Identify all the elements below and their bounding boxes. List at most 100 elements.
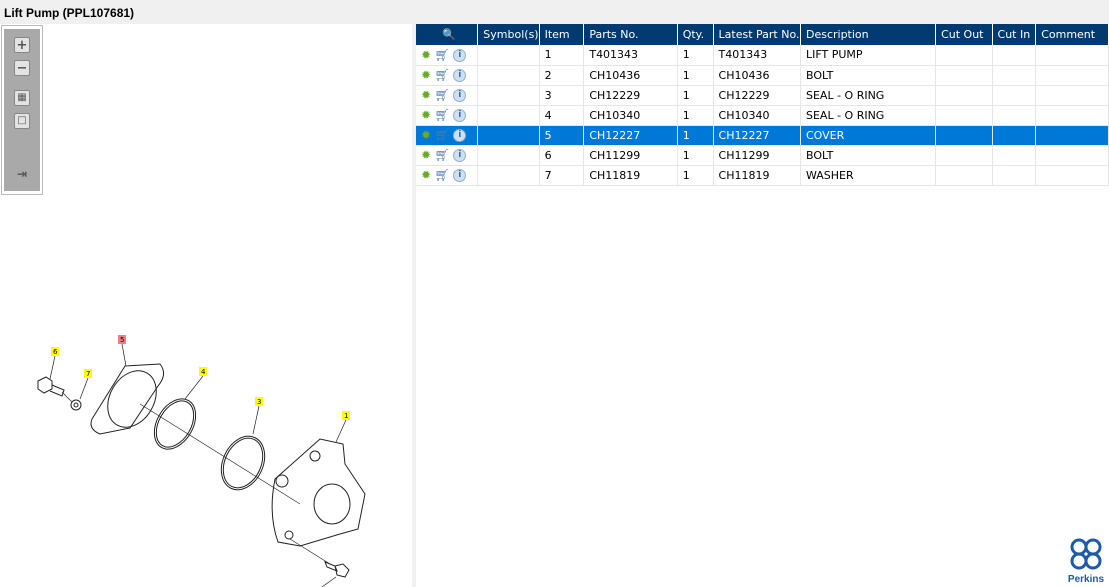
callout-5[interactable]: 5 <box>120 336 124 344</box>
cell-symbol <box>477 85 540 106</box>
cell-cutin <box>992 105 1037 126</box>
logo-text: Perkins <box>1067 574 1105 585</box>
perkins-emblem-icon <box>1070 538 1102 570</box>
cell-part: CH12229 <box>583 85 678 106</box>
column-header-symbols[interactable]: Symbol(s) <box>477 24 540 45</box>
table-row[interactable]: ✹ 🛒︎ i 2 CH10436 1 CH10436 BOLT <box>416 65 1109 86</box>
table-row[interactable]: ✹ 🛒︎ i 3 CH12229 1 CH12229 SEAL - O RING <box>416 85 1109 106</box>
cart-icon[interactable]: 🛒︎ <box>435 148 450 162</box>
gear-icon[interactable]: ✹ <box>421 48 431 62</box>
info-icon[interactable]: i <box>453 149 467 163</box>
callouts: 6 5 7 4 3 1 2 <box>51 335 350 420</box>
cell-comment <box>1035 125 1109 146</box>
cell-cutout <box>935 165 993 186</box>
cell-item: 2 <box>539 65 585 86</box>
cell-desc: SEAL - O RING <box>800 105 937 126</box>
callout-7[interactable]: 7 <box>86 370 90 378</box>
cart-icon[interactable]: 🛒︎ <box>435 108 450 122</box>
row-actions: ✹ 🛒︎ i <box>416 165 479 186</box>
cart-icon[interactable]: 🛒︎ <box>435 88 450 102</box>
row-actions: ✹ 🛒︎ i <box>416 145 479 166</box>
cell-desc: WASHER <box>800 165 937 186</box>
cell-item: 7 <box>539 165 585 186</box>
parts-table: 🔍 Symbol(s) Item Parts No. Qty. Latest P… <box>416 24 1109 186</box>
cell-comment <box>1035 45 1109 66</box>
table-row[interactable]: ✹ 🛒︎ i 6 CH11299 1 CH11299 BOLT <box>416 145 1109 166</box>
cell-latest: T401343 <box>713 45 801 66</box>
diagram-panel[interactable]: + − ▦ □ ⇥ 6 5 7 4 3 1 2 <box>0 24 412 587</box>
column-header-parts-no[interactable]: Parts No. <box>583 24 678 45</box>
cell-part: CH11819 <box>583 165 678 186</box>
cell-latest: CH12229 <box>713 85 801 106</box>
info-icon[interactable]: i <box>453 69 467 83</box>
cell-cutout <box>935 125 993 146</box>
cell-desc: COVER <box>800 125 937 146</box>
table-row[interactable]: ✹ 🛒︎ i 5 CH12227 1 CH12227 COVER <box>416 125 1109 146</box>
column-header-latest-part-no[interactable]: Latest Part No. <box>713 24 801 45</box>
info-icon[interactable]: i <box>453 49 467 62</box>
cell-part: T401343 <box>583 45 678 66</box>
column-header-description[interactable]: Description <box>800 24 937 45</box>
info-icon[interactable]: i <box>453 109 467 123</box>
cell-comment <box>1035 105 1109 126</box>
cell-cutout <box>935 65 993 86</box>
cell-cutin <box>992 125 1037 146</box>
cart-icon[interactable]: 🛒︎ <box>435 48 450 62</box>
info-icon[interactable]: i <box>453 129 467 143</box>
column-header-cut-out[interactable]: Cut Out <box>935 24 993 45</box>
cell-symbol <box>477 45 540 66</box>
parts-list-panel: 🔍 Symbol(s) Item Parts No. Qty. Latest P… <box>416 24 1109 587</box>
cell-part: CH10436 <box>583 65 678 86</box>
cell-qty: 1 <box>677 145 714 166</box>
column-header-tools[interactable]: 🔍 <box>416 24 479 45</box>
gear-icon[interactable]: ✹ <box>421 148 431 162</box>
cell-desc: BOLT <box>800 65 937 86</box>
table-row[interactable]: ✹ 🛒︎ i 7 CH11819 1 CH11819 WASHER <box>416 165 1109 186</box>
gear-icon[interactable]: ✹ <box>421 88 431 102</box>
info-icon[interactable]: i <box>453 89 467 103</box>
cell-comment <box>1035 65 1109 86</box>
column-header-item[interactable]: Item <box>539 24 585 45</box>
column-header-comment[interactable]: Comment <box>1035 24 1109 45</box>
cart-icon[interactable]: 🛒︎ <box>435 168 450 182</box>
cell-cutout <box>935 85 993 106</box>
cell-desc: BOLT <box>800 145 937 166</box>
info-icon[interactable]: i <box>453 169 467 183</box>
table-row[interactable]: ✹ 🛒︎ i 1 T401343 1 T401343 LIFT PUMP <box>416 45 1109 66</box>
cart-icon[interactable]: 🛒︎ <box>435 68 450 82</box>
cell-item: 1 <box>539 45 585 66</box>
cell-qty: 1 <box>677 165 714 186</box>
cell-cutin <box>992 65 1037 86</box>
callout-6[interactable]: 6 <box>53 348 58 356</box>
cell-comment <box>1035 165 1109 186</box>
perkins-logo: Perkins <box>1065 537 1107 585</box>
cell-latest: CH10340 <box>713 105 801 126</box>
callout-4[interactable]: 4 <box>201 368 206 376</box>
callout-1[interactable]: 1 <box>344 412 348 420</box>
cell-qty: 1 <box>677 125 714 146</box>
cell-comment <box>1035 145 1109 166</box>
gear-icon[interactable]: ✹ <box>421 168 431 182</box>
cell-part: CH12227 <box>583 125 678 146</box>
cell-qty: 1 <box>677 45 714 66</box>
cart-icon[interactable]: 🛒︎ <box>435 128 450 142</box>
exploded-diagram: 6 5 7 4 3 1 2 <box>37 335 366 587</box>
gear-icon[interactable]: ✹ <box>421 68 431 82</box>
table-row[interactable]: ✹ 🛒︎ i 4 CH10340 1 CH10340 SEAL - O RING <box>416 105 1109 126</box>
column-header-cut-in[interactable]: Cut In <box>992 24 1037 45</box>
row-actions: ✹ 🛒︎ i <box>416 105 479 126</box>
cell-cutin <box>992 165 1037 186</box>
gear-icon[interactable]: ✹ <box>421 128 431 142</box>
washer-7 <box>70 399 82 411</box>
cell-cutout <box>935 145 993 166</box>
cell-symbol <box>477 125 540 146</box>
gear-icon[interactable]: ✹ <box>421 108 431 122</box>
cell-item: 3 <box>539 85 585 106</box>
cell-desc: SEAL - O RING <box>800 85 937 106</box>
cell-item: 4 <box>539 105 585 126</box>
cell-latest: CH12227 <box>713 125 801 146</box>
callout-3[interactable]: 3 <box>257 398 261 406</box>
row-actions: ✹ 🛒︎ i <box>416 65 479 86</box>
cell-cutin <box>992 85 1037 106</box>
column-header-qty[interactable]: Qty. <box>677 24 714 45</box>
